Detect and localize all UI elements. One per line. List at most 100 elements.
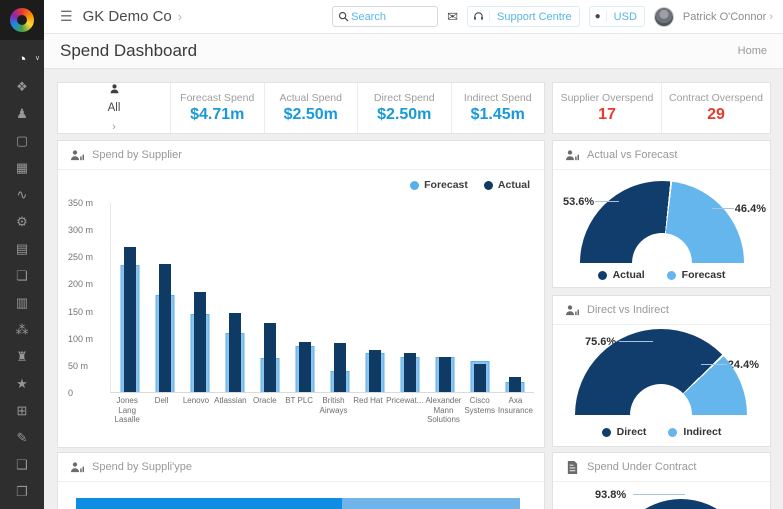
bar-group[interactable]: [222, 203, 249, 392]
panel-spend-by-supplier: Spend by Supplier ForecastActual 350 m30…: [57, 140, 545, 448]
legend-label: Indirect: [683, 426, 721, 438]
actual-bar[interactable]: [229, 313, 241, 392]
legend-dot-icon: [410, 181, 419, 190]
y-axis-tick: 150 m: [68, 307, 102, 317]
direct-vs-indirect-gauge[interactable]: [575, 329, 747, 415]
hamburger-menu-icon[interactable]: ☰: [60, 8, 73, 25]
legend-entry[interactable]: Forecast: [410, 179, 468, 191]
actual-bar[interactable]: [124, 247, 136, 392]
sidebar-item-monitor[interactable]: ▢: [0, 127, 44, 154]
actual-bar[interactable]: [369, 350, 381, 392]
logo-g-icon: [10, 8, 34, 32]
app-logo[interactable]: [0, 0, 44, 40]
kpi-contract-overspend[interactable]: Contract Overspend 29: [661, 83, 770, 133]
sidebar-item-team[interactable]: ⁂: [0, 316, 44, 343]
bar-group[interactable]: [187, 203, 214, 392]
support-centre-label: Support Centre: [490, 11, 579, 23]
panel-spend-by-supplier-type: Spend by Suppli'ype: [57, 452, 545, 509]
actual-bar[interactable]: [299, 342, 311, 392]
legend-label: Forecast: [424, 179, 468, 191]
actual-bar[interactable]: [334, 343, 346, 392]
stacked-bar-segment[interactable]: [76, 498, 342, 509]
actual-bar[interactable]: [404, 353, 416, 392]
kpi-indirect-spend[interactable]: Indirect Spend $1.45m: [451, 83, 545, 133]
actual-bar[interactable]: [194, 292, 206, 392]
topbar-actions: ✉ Support Centre ● USD Patrick O'Connor›: [332, 6, 773, 27]
actual-bar[interactable]: [264, 323, 276, 392]
dvi-legend: Direct Indirect: [553, 426, 770, 438]
sidebar-item-archive[interactable]: ▥: [0, 289, 44, 316]
sidebar-item-user-settings[interactable]: ⚙: [0, 208, 44, 235]
sidebar-item-folders[interactable]: ❐: [0, 478, 44, 505]
sidebar-item-favourites[interactable]: ★: [0, 370, 44, 397]
user-menu[interactable]: Patrick O'Connor›: [683, 11, 773, 23]
sidebar-item-network[interactable]: ❖: [0, 73, 44, 100]
bar-group[interactable]: [396, 203, 423, 392]
currency-button[interactable]: ● USD: [589, 6, 645, 27]
globe-icon: ●: [590, 11, 607, 22]
gauge-label-right: 46.4%: [735, 203, 766, 215]
legend-label: Actual: [613, 269, 645, 281]
search-box[interactable]: [332, 6, 438, 27]
kpi-direct-spend[interactable]: Direct Spend $2.50m: [357, 83, 451, 133]
kpi-supplier-overspend[interactable]: Supplier Overspend 17: [553, 83, 661, 133]
search-input[interactable]: [349, 10, 429, 24]
kpi-label: Forecast Spend: [180, 92, 254, 104]
chevron-down-icon: ∨: [35, 54, 40, 62]
spend-under-contract-gauge[interactable]: [611, 499, 751, 509]
sidebar-item-dashboard[interactable]: ◔∨: [0, 46, 44, 73]
sidebar-nav: ◔∨❖♟▢▦∿⚙▤❏▥⁂♜★⊞✎❑❐: [0, 40, 44, 505]
x-axis-label: Atlassian: [213, 396, 247, 425]
sidebar-item-layers[interactable]: ❏: [0, 262, 44, 289]
sidebar-item-bank[interactable]: ♜: [0, 343, 44, 370]
actual-bar[interactable]: [159, 264, 171, 392]
breadcrumb-home[interactable]: Home: [738, 45, 767, 57]
legend-entry[interactable]: Indirect: [668, 426, 721, 438]
avf-legend: Actual Forecast: [553, 269, 770, 281]
sidebar-item-file-invoice[interactable]: ❑: [0, 451, 44, 478]
bar-group[interactable]: [431, 203, 458, 392]
favourites-icon: ★: [16, 377, 28, 390]
actual-bar[interactable]: [439, 357, 451, 392]
sidebar-item-file-signature[interactable]: ✎: [0, 424, 44, 451]
kpi-actual-spend[interactable]: Actual Spend $2.50m: [264, 83, 358, 133]
bar-group[interactable]: [361, 203, 388, 392]
bar-group[interactable]: [152, 203, 179, 392]
panel-header: Direct vs Indirect: [553, 296, 770, 325]
actual-bar[interactable]: [509, 377, 521, 392]
sidebar-item-suppliers[interactable]: ♟: [0, 100, 44, 127]
sidebar-item-calculator[interactable]: ⊞: [0, 397, 44, 424]
bar-group[interactable]: [327, 203, 354, 392]
kpi-value: 17: [598, 106, 616, 124]
actual-bar[interactable]: [474, 364, 486, 392]
bar-group[interactable]: [117, 203, 144, 392]
bar-group[interactable]: [501, 203, 528, 392]
chevron-right-icon: ›: [112, 121, 116, 133]
file-signature-icon: ✎: [17, 431, 28, 444]
chevron-right-icon: ›: [769, 11, 773, 23]
sidebar-item-file-chart[interactable]: ▤: [0, 235, 44, 262]
legend-entry[interactable]: Direct: [602, 426, 647, 438]
user-avatar[interactable]: [654, 7, 674, 27]
search-icon: [338, 11, 349, 22]
support-centre-button[interactable]: Support Centre: [467, 6, 580, 27]
callout-line: [701, 364, 727, 365]
legend-entry[interactable]: Actual: [598, 269, 645, 281]
legend-entry[interactable]: Actual: [484, 179, 530, 191]
suppliers-icon: ♟: [16, 107, 28, 120]
bar-group[interactable]: [257, 203, 284, 392]
user-chart-icon: [70, 461, 85, 474]
sidebar-item-analytics[interactable]: ∿: [0, 181, 44, 208]
stacked-bar-segment[interactable]: [342, 498, 520, 509]
bar-group[interactable]: [292, 203, 319, 392]
dashboard-icon: ◔: [17, 52, 26, 67]
mail-icon[interactable]: ✉: [447, 9, 458, 25]
actual-vs-forecast-gauge[interactable]: [580, 181, 744, 263]
legend-entry[interactable]: Forecast: [667, 269, 726, 281]
supplier-filter[interactable]: All ›: [58, 83, 170, 133]
bar-group[interactable]: [466, 203, 493, 392]
kpi-forecast-spend[interactable]: Forecast Spend $4.71m: [170, 83, 264, 133]
sidebar-item-apps-grid[interactable]: ▦: [0, 154, 44, 181]
legend-dot-icon: [668, 428, 677, 437]
company-name[interactable]: GK Demo Co: [83, 8, 172, 25]
